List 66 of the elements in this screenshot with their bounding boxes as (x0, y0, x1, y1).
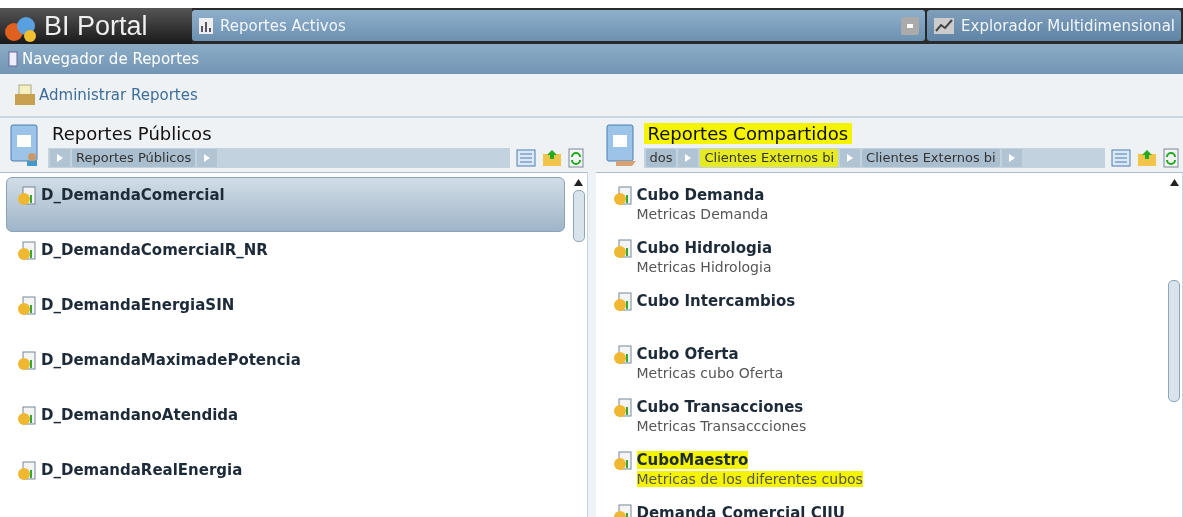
scrollbar-thumb[interactable] (1168, 280, 1180, 402)
breadcrumb-item[interactable]: dos (645, 148, 677, 167)
cube-report-icon (17, 296, 37, 316)
report-name: Cubo Demanda (636, 186, 765, 204)
app-title: BI Portal (44, 10, 148, 42)
report-item[interactable]: Cubo Intercambios (601, 283, 1160, 336)
admin-reports-link[interactable]: Administrar Reportes (14, 84, 198, 106)
cube-report-icon (612, 186, 633, 206)
report-item[interactable]: Cubo Oferta Metricas cubo Oferta (601, 336, 1160, 389)
report-item[interactable]: D_DemandaComercial (6, 177, 565, 232)
cube-report-icon (17, 241, 37, 261)
report-item[interactable]: D_DemandaComercialR_NR (6, 232, 565, 287)
report-name: Cubo Oferta (636, 345, 739, 363)
report-name: D_DemandaMaximadePotencia (41, 351, 301, 369)
cube-report-icon (612, 451, 633, 471)
folder-upload-icon[interactable] (541, 148, 562, 167)
cube-report-icon (612, 239, 633, 259)
panel-title: Reportes Públicos (51, 122, 213, 144)
breadcrumb-item[interactable]: Clientes Externos bi (862, 148, 1000, 167)
refresh-icon[interactable] (567, 147, 584, 168)
report-name: D_DemandaRealEnergia (41, 461, 243, 479)
breadcrumb-item[interactable]: Reportes Públicos (72, 148, 196, 167)
report-name: D_DemandaComercial (41, 186, 225, 204)
report-name: D_DemandaEnergiaSIN (41, 296, 235, 314)
report-description: Metricas de los diferentes cubos (636, 471, 863, 487)
scrollbar-thumb[interactable] (572, 190, 585, 242)
line-chart-icon (933, 16, 956, 35)
report-description: Metricas Transaccciones (636, 418, 807, 434)
minimize-icon[interactable] (901, 16, 920, 35)
report-item[interactable]: D_DemandanoAtendida (6, 397, 565, 452)
scroll-up-icon[interactable] (1169, 179, 1179, 186)
report-name: Cubo Hidrologia (636, 239, 773, 257)
breadcrumb-item[interactable]: Clientes Externos bi (700, 148, 839, 167)
report-item[interactable]: Cubo Transacciones Metricas Transaccciones (601, 389, 1160, 442)
cube-report-icon (612, 292, 633, 312)
report-name: D_DemandaComercialR_NR (41, 241, 268, 259)
report-name: D_DemandanoAtendida (41, 406, 239, 424)
report-item[interactable]: Cubo Hidrologia Metricas Hidrologia (601, 230, 1160, 283)
list-view-icon[interactable] (515, 148, 536, 167)
panel-title: Reportes Compartidos (643, 122, 853, 144)
report-item[interactable]: CuboMaestro Metricas de los diferentes cubos (601, 442, 1160, 495)
report-item[interactable]: D_DemandaEnergiaSIN (6, 287, 565, 342)
cube-report-icon (612, 345, 633, 365)
report-name: Cubo Intercambios (636, 292, 796, 310)
report-description: Metricas cubo Oferta (636, 365, 784, 381)
report-name: Cubo Transacciones (636, 398, 804, 416)
filing-box-icon (14, 84, 36, 106)
cube-report-icon (612, 398, 633, 418)
report-description: Metricas Hidrologia (636, 259, 772, 275)
report-name: CuboMaestro (636, 451, 749, 469)
section-title: Navegador de Reportes (22, 50, 200, 68)
pages-icon (8, 51, 18, 67)
folder-upload-icon[interactable] (1137, 148, 1157, 167)
report-description: Metricas Demanda (636, 206, 769, 222)
refresh-icon[interactable] (1163, 147, 1179, 168)
list-view-icon[interactable] (1111, 148, 1131, 167)
report-item[interactable]: D_DemandaMaximadePotencia (6, 342, 565, 397)
bar-chart-icon (198, 16, 214, 35)
cube-report-icon (17, 186, 37, 206)
report-item[interactable]: D_DemandaRealEnergia (6, 452, 565, 507)
cube-report-icon (17, 406, 37, 426)
report-item[interactable]: Cubo Demanda Metricas Demanda (601, 177, 1160, 230)
scroll-up-icon[interactable] (574, 179, 583, 186)
cube-report-icon (17, 461, 37, 481)
notebook-with-hand-icon (603, 123, 638, 167)
cube-report-icon (17, 351, 37, 371)
